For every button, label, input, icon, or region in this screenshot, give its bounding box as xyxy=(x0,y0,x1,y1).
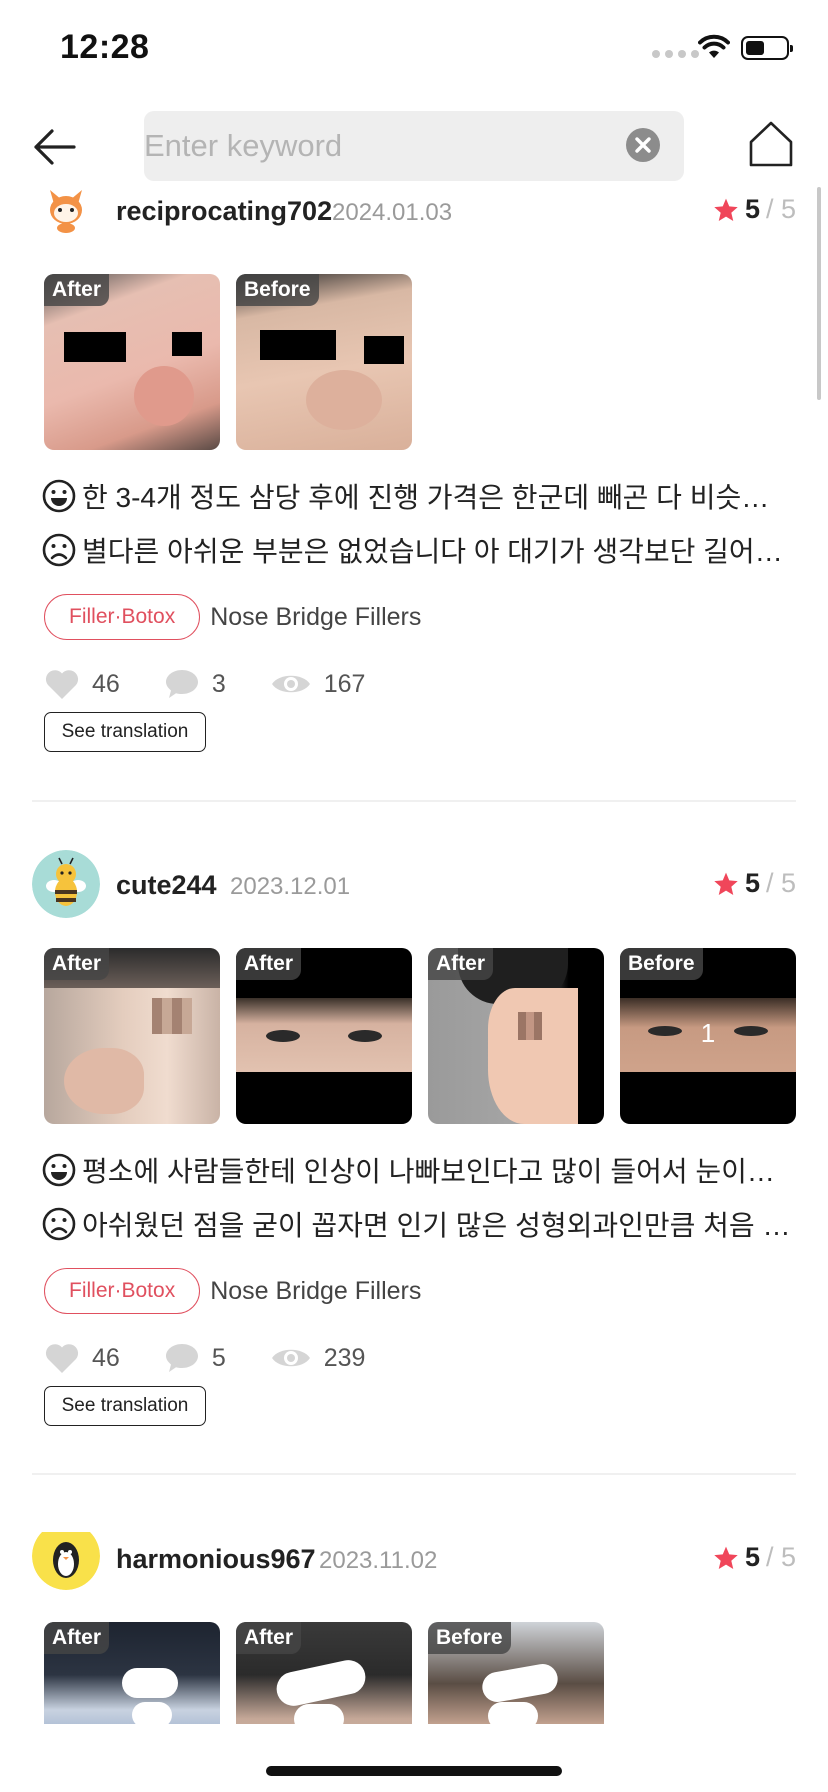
review-tags: Filler·Botox Nose Bridge Fillers xyxy=(44,1268,421,1314)
rating-max: / 5 xyxy=(765,1542,796,1572)
review-rating: 5 / 5 xyxy=(713,868,796,899)
heart-icon[interactable] xyxy=(44,668,80,700)
review-date: 2023.12.01 xyxy=(230,873,351,900)
comment-count: 3 xyxy=(211,669,226,698)
review-photo[interactable]: After xyxy=(236,1622,412,1724)
happy-face-icon xyxy=(42,479,76,513)
clear-search-icon[interactable] xyxy=(626,128,660,162)
rating-value: 5 xyxy=(744,194,760,224)
photo-tag: Before xyxy=(236,274,319,306)
review-tags: Filler·Botox Nose Bridge Fillers xyxy=(44,594,421,640)
cellular-signal-icon xyxy=(652,50,699,58)
photo-tag: After xyxy=(428,948,494,980)
photo-tag: After xyxy=(44,274,110,306)
comment-stat[interactable]: 5 xyxy=(164,1342,226,1374)
review-stats: 46 3 167 xyxy=(44,668,409,700)
review-photos: After After Before xyxy=(44,1622,604,1724)
see-translation-button[interactable]: See translation xyxy=(44,712,206,752)
view-stat: 239 xyxy=(270,1343,366,1373)
photo-tag: After xyxy=(44,948,110,980)
review-positive-text: 한 3-4개 정도 삼당 후에 진행 가격은 한군데 빼곤 다 비슷함 장비 크… xyxy=(82,482,794,513)
divider xyxy=(32,800,796,802)
review-date: 2024.01.03 xyxy=(332,199,453,226)
status-time: 12:28 xyxy=(60,28,150,66)
comment-icon[interactable] xyxy=(164,1342,200,1374)
like-stat[interactable]: 46 xyxy=(44,668,120,700)
review-card: harmonious967 2023.11.02 5 / 5 After Aft… xyxy=(0,1532,828,1724)
review-photo[interactable]: 1 Before xyxy=(620,948,796,1124)
rating-value: 5 xyxy=(744,1542,760,1572)
like-count: 46 xyxy=(92,669,120,698)
review-positive-line: 평소에 사람들한테 인상이 나빠보인다고 많이 들어서 눈이랑 코를 같이 했어… xyxy=(42,1150,794,1190)
review-photo[interactable]: Before xyxy=(236,274,412,450)
review-stats: 46 5 239 xyxy=(44,1342,409,1374)
review-username[interactable]: harmonious967 xyxy=(116,1544,316,1575)
rating-max: / 5 xyxy=(765,868,796,898)
review-negative-line: 아쉬웠던 점을 굳이 꼽자면 인기 많은 성형외과인만큼 처음 상담 대기가 길… xyxy=(42,1204,794,1244)
sad-face-icon xyxy=(42,533,76,567)
photo-tag: After xyxy=(236,948,302,980)
home-icon[interactable] xyxy=(748,120,794,168)
category-chip[interactable]: Filler·Botox xyxy=(44,1268,201,1314)
category-chip[interactable]: Filler·Botox xyxy=(44,594,201,640)
review-photo[interactable]: After xyxy=(236,948,412,1124)
penguin-avatar-icon xyxy=(32,1532,100,1590)
rating-max: / 5 xyxy=(765,194,796,224)
review-date: 2023.11.02 xyxy=(319,1547,438,1574)
see-translation-button[interactable]: See translation xyxy=(44,1386,206,1426)
scrollbar[interactable] xyxy=(817,187,821,400)
review-photo[interactable]: After xyxy=(44,274,220,450)
procedure-name[interactable]: Nose Bridge Fillers xyxy=(210,603,421,632)
review-username[interactable]: reciprocating702 xyxy=(116,196,332,227)
review-photos: After Before xyxy=(44,274,412,450)
view-count: 239 xyxy=(323,1343,366,1372)
bee-avatar-icon xyxy=(32,850,100,918)
wifi-icon xyxy=(698,34,730,58)
battery-icon xyxy=(741,36,793,60)
review-positive-text: 평소에 사람들한테 인상이 나빠보인다고 많이 들어서 눈이랑 코를 같이 했어… xyxy=(82,1156,794,1187)
eye-icon xyxy=(271,1349,310,1367)
photo-tag: After xyxy=(44,1622,110,1654)
search-header xyxy=(0,108,828,184)
search-box xyxy=(144,111,684,181)
cat-avatar-icon xyxy=(32,174,100,242)
like-count: 46 xyxy=(92,1343,120,1372)
comment-stat[interactable]: 3 xyxy=(164,668,226,700)
review-rating: 5 / 5 xyxy=(713,194,796,225)
procedure-name[interactable]: Nose Bridge Fillers xyxy=(210,1277,421,1306)
back-arrow-icon[interactable] xyxy=(30,122,80,172)
review-photo[interactable]: Before xyxy=(428,1622,604,1724)
comment-icon[interactable] xyxy=(164,668,200,700)
review-username[interactable]: cute244 xyxy=(116,870,217,901)
view-stat: 167 xyxy=(270,669,366,699)
review-negative-line: 별다른 아쉬운 부분은 없었습니다 아 대기가 생각보단 길어져서 아쉬웠어요 xyxy=(42,530,794,570)
sad-face-icon xyxy=(42,1207,76,1241)
review-rating: 5 / 5 xyxy=(713,1542,796,1573)
divider xyxy=(32,1473,796,1475)
home-indicator[interactable] xyxy=(266,1766,562,1776)
search-input[interactable] xyxy=(144,111,614,181)
rating-value: 5 xyxy=(744,868,760,898)
happy-face-icon xyxy=(42,1153,76,1187)
photo-tag: After xyxy=(236,1622,302,1654)
review-photo[interactable]: After xyxy=(428,948,604,1124)
star-icon xyxy=(714,1546,738,1569)
review-photo[interactable]: After xyxy=(44,948,220,1124)
photo-overlay-number: 1 xyxy=(700,1018,716,1048)
review-negative-text: 별다른 아쉬운 부분은 없었습니다 아 대기가 생각보단 길어져서 아쉬웠어요 xyxy=(82,536,794,567)
heart-icon[interactable] xyxy=(44,1342,80,1374)
photo-tag: Before xyxy=(428,1622,511,1654)
like-stat[interactable]: 46 xyxy=(44,1342,120,1374)
review-negative-text: 아쉬웠던 점을 굳이 꼽자면 인기 많은 성형외과인만큼 처음 상담 대기가 길… xyxy=(82,1210,794,1241)
comment-count: 5 xyxy=(211,1343,226,1372)
view-count: 167 xyxy=(323,669,366,698)
review-photo[interactable]: After xyxy=(44,1622,220,1724)
eye-icon xyxy=(271,675,310,693)
photo-tag: Before xyxy=(620,948,703,980)
review-positive-line: 한 3-4개 정도 삼당 후에 진행 가격은 한군데 빼곤 다 비슷함 장비 크… xyxy=(42,476,794,516)
star-icon xyxy=(714,198,738,221)
review-photos: After After After 1 Before xyxy=(44,948,796,1124)
status-bar: 12:28 xyxy=(0,0,828,100)
star-icon xyxy=(714,872,738,895)
